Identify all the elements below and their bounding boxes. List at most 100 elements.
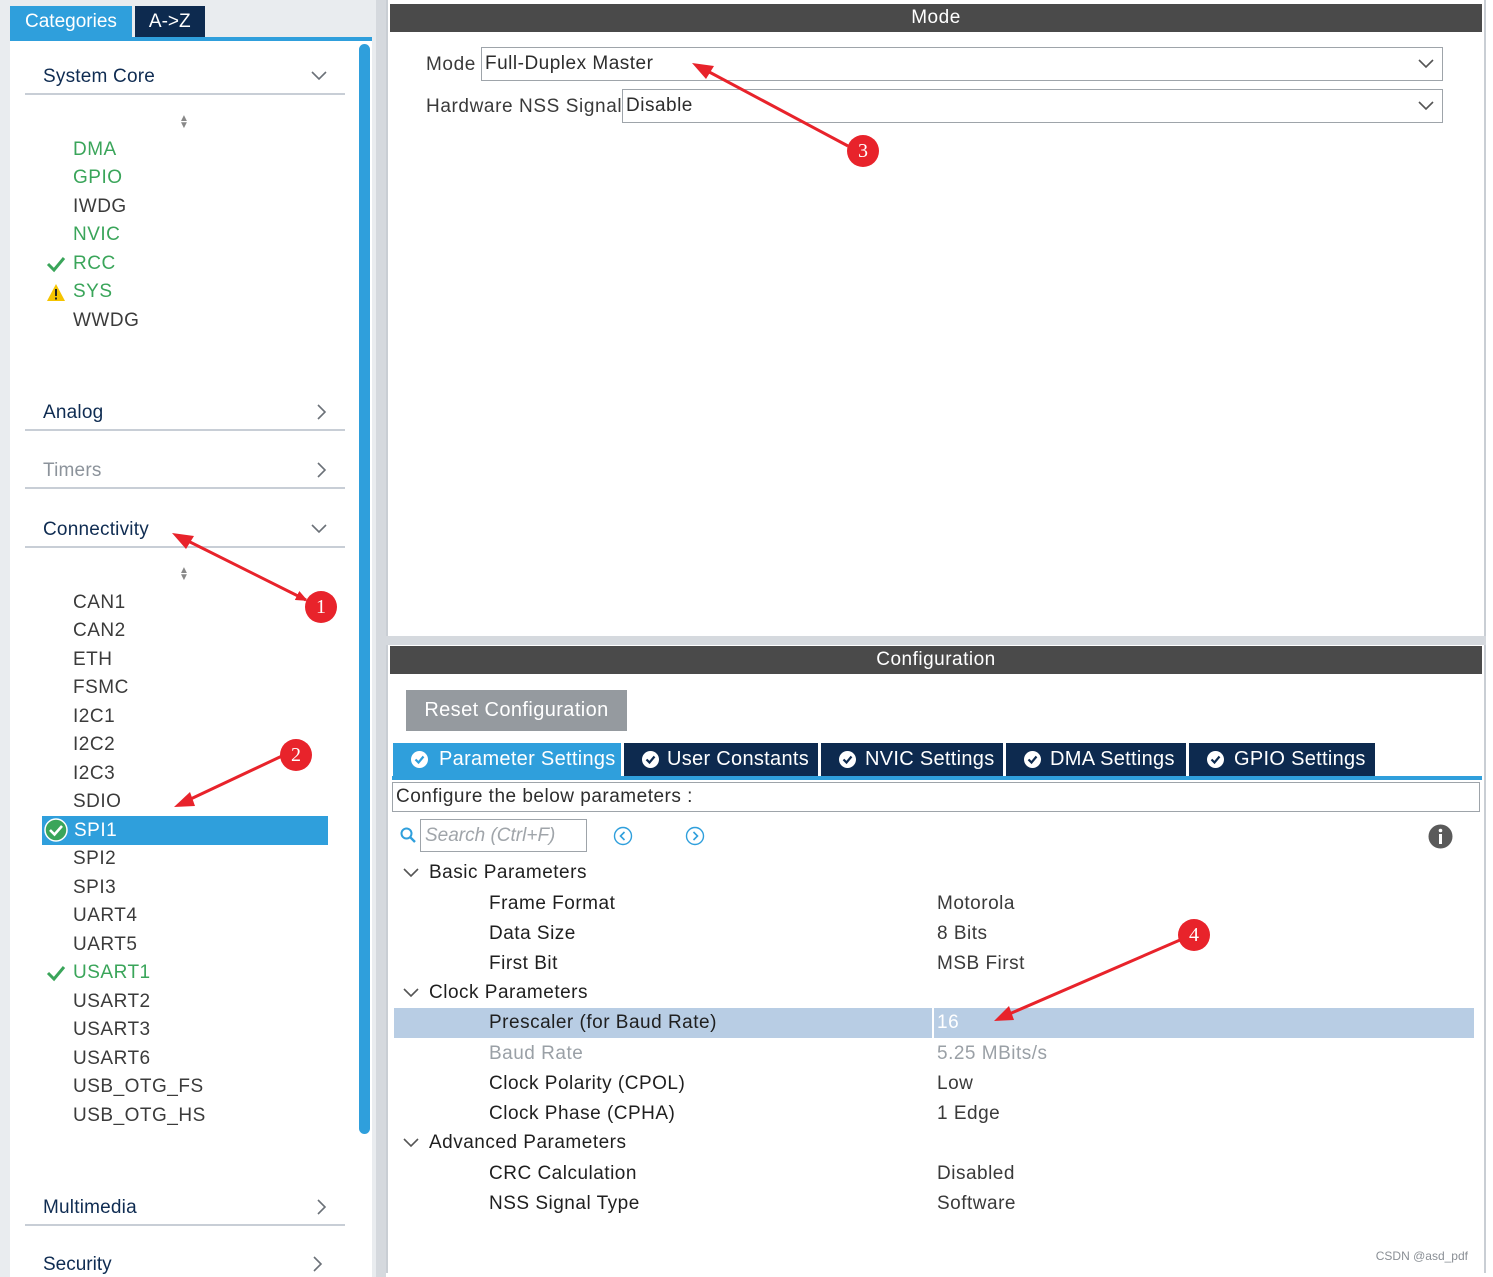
search-input[interactable]: Search (Ctrl+F)	[420, 819, 587, 852]
tab-underline	[392, 776, 1482, 780]
list-item-spi3[interactable]: SPI3	[73, 874, 116, 902]
panel-splitter[interactable]	[376, 0, 386, 1277]
tab-categories[interactable]: Categories	[10, 6, 132, 38]
chevron-down-icon	[311, 71, 327, 81]
list-item-dma[interactable]: DMA	[73, 136, 117, 164]
list-item-can2[interactable]: CAN2	[73, 617, 126, 645]
category-timers[interactable]: Timers	[25, 455, 345, 489]
sort-arrows-icon[interactable]: ▲ ▼	[178, 114, 190, 131]
check-circle-icon	[642, 751, 659, 768]
param-row-clock-polarity[interactable]: Clock Polarity (CPOL) Low	[394, 1069, 1474, 1099]
next-result-icon[interactable]	[685, 826, 705, 846]
annotation-badge-4: 4	[1178, 919, 1210, 951]
mode-panel-title: Mode	[390, 4, 1482, 32]
tab-label: User Constants	[667, 748, 810, 770]
list-item-usart2[interactable]: USART2	[73, 988, 151, 1016]
info-icon[interactable]	[1428, 824, 1453, 849]
tab-dma-settings[interactable]: DMA Settings	[1006, 743, 1186, 776]
list-item-gpio[interactable]: GPIO	[73, 164, 123, 192]
tab-nvic-settings[interactable]: NVIC Settings	[821, 743, 1003, 776]
annotation-badge-3: 3	[847, 135, 879, 167]
list-item-rcc[interactable]: RCC	[73, 250, 116, 278]
nss-select[interactable]: Disable	[622, 89, 1443, 123]
list-item-i2c3[interactable]: I2C3	[73, 760, 115, 788]
annotation-badge-1: 1	[305, 591, 337, 623]
category-system-core[interactable]: System Core	[25, 61, 345, 95]
group-label: Clock Parameters	[429, 982, 588, 1003]
chevron-down-icon	[403, 1138, 419, 1148]
param-name: Baud Rate	[489, 1043, 584, 1064]
checkmark-icon	[46, 257, 66, 273]
tab-gpio-settings[interactable]: GPIO Settings	[1189, 743, 1375, 776]
param-row-first-bit[interactable]: First Bit MSB First	[394, 949, 1474, 979]
param-row-baud-rate[interactable]: Baud Rate 5.25 MBits/s	[394, 1039, 1474, 1069]
list-item-sdio[interactable]: SDIO	[73, 788, 121, 816]
list-item-iwdg[interactable]: IWDG	[73, 193, 127, 221]
check-circle-icon	[1024, 751, 1041, 768]
check-circle-icon	[839, 751, 856, 768]
previous-result-icon[interactable]	[613, 826, 633, 846]
list-item-spi1[interactable]: SPI1	[42, 816, 328, 845]
param-row-frame-format[interactable]: Frame Format Motorola	[394, 889, 1474, 919]
nss-select-value: Disable	[626, 95, 693, 116]
chevron-down-icon	[403, 868, 419, 878]
chevron-down-icon	[1418, 101, 1434, 111]
param-name: Data Size	[489, 923, 576, 944]
list-item-uart5[interactable]: UART5	[73, 931, 137, 959]
group-basic-parameters[interactable]: Basic Parameters	[402, 862, 587, 884]
list-item-label: SPI1	[74, 820, 118, 841]
chevron-right-icon	[317, 1199, 327, 1215]
list-item-spi2[interactable]: SPI2	[73, 845, 116, 873]
configuration-panel-title: Configuration	[390, 646, 1482, 674]
list-item-usb-otg-fs[interactable]: USB_OTG_FS	[73, 1073, 204, 1101]
param-row-data-size[interactable]: Data Size 8 Bits	[394, 919, 1474, 949]
category-analog[interactable]: Analog	[25, 397, 345, 431]
tab-label: DMA Settings	[1050, 748, 1175, 770]
list-item-uart4[interactable]: UART4	[73, 902, 137, 930]
configuration-panel: Configuration Reset Configuration Parame…	[386, 645, 1486, 1273]
list-item-usart6[interactable]: USART6	[73, 1045, 151, 1073]
param-row-clock-phase[interactable]: Clock Phase (CPHA) 1 Edge	[394, 1099, 1474, 1129]
list-item-can1[interactable]: CAN1	[73, 589, 126, 617]
category-label: System Core	[43, 66, 156, 87]
tab-label: GPIO Settings	[1234, 748, 1366, 770]
param-value: Software	[937, 1193, 1016, 1214]
list-item-usart3[interactable]: USART3	[73, 1016, 151, 1044]
list-item-nvic[interactable]: NVIC	[73, 221, 120, 249]
check-circle-icon	[411, 751, 428, 768]
group-clock-parameters[interactable]: Clock Parameters	[402, 982, 588, 1004]
mode-select[interactable]: Full-Duplex Master	[481, 47, 1443, 81]
panel-splitter-horizontal[interactable]	[386, 636, 1486, 645]
category-security[interactable]: Security	[25, 1246, 345, 1277]
param-name: Prescaler (for Baud Rate)	[489, 1012, 717, 1033]
sort-arrows-icon[interactable]: ▲ ▼	[178, 566, 190, 583]
list-item-usb-otg-hs[interactable]: USB_OTG_HS	[73, 1102, 206, 1130]
param-row-nss-signal-type[interactable]: NSS Signal Type Software	[394, 1189, 1474, 1219]
category-label: Security	[43, 1254, 112, 1275]
chevron-down-icon	[1418, 59, 1434, 69]
checkmark-icon	[46, 966, 66, 982]
group-advanced-parameters[interactable]: Advanced Parameters	[402, 1132, 627, 1154]
list-item-wwdg[interactable]: WWDG	[73, 307, 139, 335]
category-multimedia[interactable]: Multimedia	[25, 1192, 345, 1226]
list-item-fsmc[interactable]: FSMC	[73, 674, 129, 702]
chevron-down-icon	[403, 988, 419, 998]
param-row-prescaler[interactable]: Prescaler (for Baud Rate) 16	[394, 1008, 1474, 1038]
tab-user-constants[interactable]: User Constants	[624, 743, 818, 776]
reset-configuration-button[interactable]: Reset Configuration	[406, 690, 627, 731]
vertical-scrollbar[interactable]	[359, 44, 370, 1134]
list-item-i2c2[interactable]: I2C2	[73, 731, 115, 759]
categories-panel: Categories A->Z System Core ▲ ▼ DMA GPIO …	[0, 0, 376, 1277]
param-value[interactable]: 16	[937, 1012, 959, 1034]
tab-a-to-z[interactable]: A->Z	[134, 6, 205, 38]
category-connectivity[interactable]: Connectivity	[25, 514, 345, 548]
mode-label: Mode	[426, 54, 476, 75]
tab-parameter-settings[interactable]: Parameter Settings	[393, 743, 621, 776]
check-circle-icon	[1207, 751, 1224, 768]
list-item-usart1[interactable]: USART1	[73, 959, 151, 987]
list-item-sys[interactable]: SYS	[73, 278, 113, 306]
list-item-i2c1[interactable]: I2C1	[73, 703, 115, 731]
param-row-crc-calculation[interactable]: CRC Calculation Disabled	[394, 1159, 1474, 1189]
list-item-eth[interactable]: ETH	[73, 646, 113, 674]
annotation-badge-2: 2	[280, 739, 312, 771]
